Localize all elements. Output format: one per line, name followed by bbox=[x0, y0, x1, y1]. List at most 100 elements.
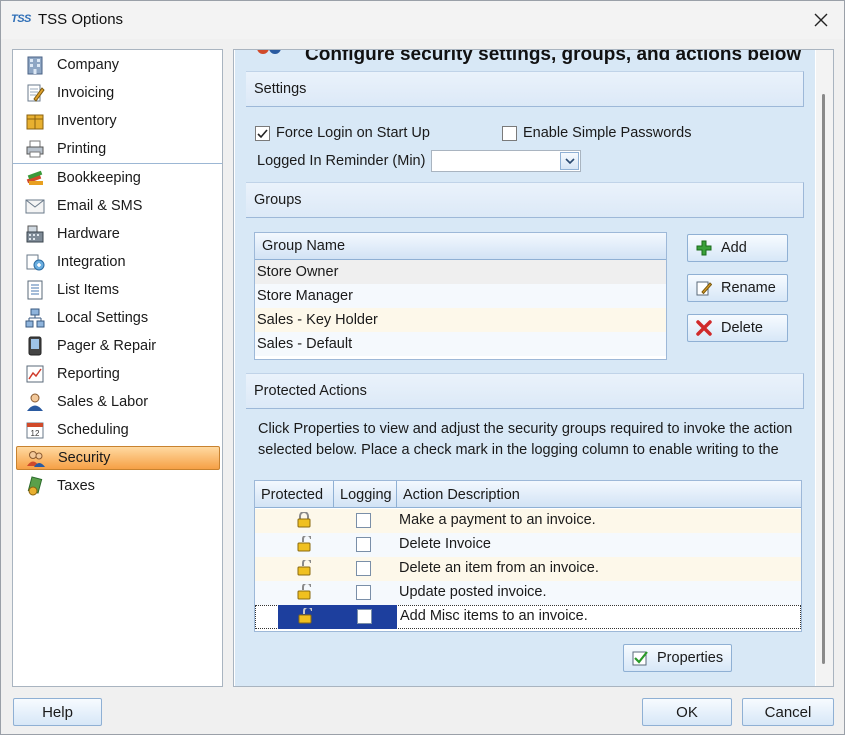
lock-open-icon bbox=[297, 558, 312, 576]
sidebar-item-bookkeeping[interactable]: Bookkeeping bbox=[16, 166, 220, 190]
lock-open-icon bbox=[297, 534, 312, 552]
sidebar-item-label: Inventory bbox=[57, 113, 117, 129]
logging-checkbox[interactable] bbox=[356, 561, 371, 576]
sidebar-item-label: Printing bbox=[57, 141, 107, 157]
lock-open-icon bbox=[297, 582, 312, 600]
action-description: Update posted invoice. bbox=[399, 584, 547, 600]
lock-open-icon bbox=[298, 606, 313, 624]
rename-label: Rename bbox=[721, 280, 776, 296]
group-row[interactable]: Sales - Default bbox=[255, 332, 666, 356]
protected-column-header[interactable]: Protected bbox=[255, 481, 334, 508]
table-row[interactable]: Make a payment to an invoice. bbox=[255, 509, 801, 533]
logging-checkbox[interactable] bbox=[356, 585, 371, 600]
report-chart-icon bbox=[24, 363, 46, 385]
network-icon bbox=[24, 307, 46, 329]
logging-column-header[interactable]: Logging bbox=[334, 481, 397, 508]
logging-checkbox[interactable] bbox=[356, 537, 371, 552]
selected-cells-highlight bbox=[278, 605, 397, 629]
add-group-button[interactable]: Add bbox=[687, 234, 788, 262]
tax-money-icon bbox=[24, 475, 46, 497]
sidebar-divider bbox=[13, 163, 222, 164]
group-name: Sales - Key Holder bbox=[257, 312, 378, 328]
sidebar-item-sales-labor[interactable]: Sales & Labor bbox=[16, 390, 220, 414]
building-icon bbox=[24, 54, 46, 76]
protected-actions-description-line2: selected below. Place a check mark in th… bbox=[258, 442, 779, 458]
page-heading: Configure security settings, groups, and… bbox=[305, 49, 802, 65]
window-title: TSS Options bbox=[38, 11, 124, 28]
sidebar-item-local-settings[interactable]: Local Settings bbox=[16, 306, 220, 330]
boxes-icon bbox=[24, 110, 46, 132]
sidebar-item-email-sms[interactable]: Email & SMS bbox=[16, 194, 220, 218]
actions-grid-header: Protected Logging Action Description bbox=[255, 481, 801, 508]
sidebar-item-scheduling[interactable]: 12 Scheduling bbox=[16, 418, 220, 442]
invoice-pencil-icon bbox=[24, 82, 46, 104]
sidebar-item-integration[interactable]: Integration bbox=[16, 250, 220, 274]
action-description: Make a payment to an invoice. bbox=[399, 512, 596, 528]
table-row[interactable]: Delete an item from an invoice. bbox=[255, 557, 801, 581]
options-sidebar: Company Invoicing Inventory Printing Boo… bbox=[12, 49, 223, 687]
delete-label: Delete bbox=[721, 320, 763, 336]
properties-button[interactable]: Properties bbox=[623, 644, 732, 672]
close-button[interactable] bbox=[806, 5, 836, 35]
force-login-option[interactable]: Force Login on Start Up bbox=[255, 125, 430, 141]
plus-icon bbox=[695, 239, 713, 257]
sidebar-item-printing[interactable]: Printing bbox=[16, 137, 220, 161]
protected-actions-section-header: Protected Actions bbox=[246, 373, 804, 409]
sidebar-item-label: Hardware bbox=[57, 226, 120, 242]
settings-section-header: Settings bbox=[246, 71, 804, 107]
delete-group-button[interactable]: Delete bbox=[687, 314, 788, 342]
table-row[interactable]: Update posted invoice. bbox=[255, 581, 801, 605]
table-row-selected[interactable]: Add Misc items to an invoice. bbox=[255, 605, 801, 629]
simple-passwords-label: Enable Simple Passwords bbox=[523, 125, 692, 141]
sidebar-item-label: Sales & Labor bbox=[57, 394, 149, 410]
security-panel: Configure security settings, groups, and… bbox=[233, 49, 834, 687]
lock-closed-icon bbox=[297, 511, 311, 528]
group-row[interactable]: Store Owner bbox=[255, 260, 666, 284]
title-bar: TSS TSS Options bbox=[1, 1, 844, 39]
action-description-column-header[interactable]: Action Description bbox=[397, 481, 802, 508]
group-name-column-header[interactable]: Group Name bbox=[262, 238, 345, 254]
simple-passwords-checkbox[interactable] bbox=[502, 125, 517, 141]
envelope-icon bbox=[24, 195, 46, 217]
app-logo: TSS bbox=[11, 13, 31, 25]
svg-text:12: 12 bbox=[31, 429, 40, 438]
simple-passwords-option[interactable]: Enable Simple Passwords bbox=[502, 125, 691, 141]
sidebar-item-label: Company bbox=[57, 57, 120, 73]
books-icon bbox=[24, 167, 46, 189]
sidebar-item-reporting[interactable]: Reporting bbox=[16, 362, 220, 386]
logging-checkbox[interactable] bbox=[357, 609, 372, 624]
list-icon bbox=[24, 279, 46, 301]
sidebar-item-list-items[interactable]: List Items bbox=[16, 278, 220, 302]
reminder-label: Logged In Reminder (Min) bbox=[257, 153, 426, 169]
sidebar-item-hardware[interactable]: Hardware bbox=[16, 222, 220, 246]
dropdown-arrow-button[interactable] bbox=[560, 152, 579, 170]
group-row[interactable]: Sales - Key Holder bbox=[255, 308, 666, 332]
ok-button[interactable]: OK bbox=[642, 698, 732, 726]
sidebar-item-invoicing[interactable]: Invoicing bbox=[16, 81, 220, 105]
users-security-icon bbox=[25, 447, 47, 469]
groups-grid: Group Name Store Owner Store Manager Sal… bbox=[254, 232, 667, 360]
users-security-icon bbox=[253, 50, 287, 64]
scrollbar-thumb[interactable] bbox=[822, 94, 825, 664]
force-login-checkbox[interactable] bbox=[255, 125, 270, 141]
rename-group-button[interactable]: Rename bbox=[687, 274, 788, 302]
rename-pencil-icon bbox=[695, 279, 713, 297]
sidebar-item-label: Integration bbox=[57, 254, 126, 270]
cancel-button[interactable]: Cancel bbox=[742, 698, 834, 726]
reminder-dropdown[interactable] bbox=[431, 150, 581, 172]
help-button[interactable]: Help bbox=[13, 698, 102, 726]
chevron-down-icon bbox=[564, 157, 575, 164]
logging-checkbox[interactable] bbox=[356, 513, 371, 528]
add-label: Add bbox=[721, 240, 747, 256]
sidebar-item-pager-repair[interactable]: Pager & Repair bbox=[16, 334, 220, 358]
vertical-scrollbar[interactable] bbox=[816, 50, 833, 686]
sidebar-item-security[interactable]: Security bbox=[16, 446, 220, 470]
sidebar-item-inventory[interactable]: Inventory bbox=[16, 109, 220, 133]
groups-grid-header: Group Name bbox=[255, 233, 666, 260]
protected-actions-grid: Protected Logging Action Description Mak… bbox=[254, 480, 802, 632]
sidebar-item-taxes[interactable]: Taxes bbox=[16, 474, 220, 498]
group-row[interactable]: Store Manager bbox=[255, 284, 666, 308]
table-row[interactable]: Delete Invoice bbox=[255, 533, 801, 557]
sidebar-item-company[interactable]: Company bbox=[16, 53, 220, 77]
protected-actions-description-line1: Click Properties to view and adjust the … bbox=[258, 421, 793, 437]
